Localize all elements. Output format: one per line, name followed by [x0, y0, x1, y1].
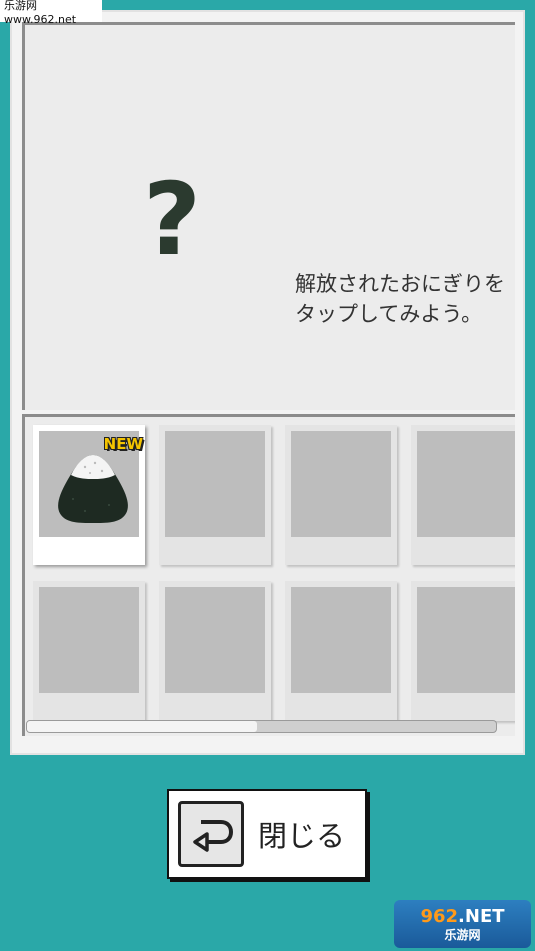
watermark-logo: 962.NET 乐游网 — [394, 900, 531, 948]
item-grid[interactable]: NEW — [22, 414, 515, 736]
item-viewer: ? 解放されたおにぎりをタップしてみよう。 — [22, 22, 515, 410]
tile-locked[interactable] — [285, 425, 397, 565]
watermark-logo-text: 乐游网 — [444, 927, 481, 942]
tile-image-slot — [291, 431, 391, 537]
watermark-top: 乐游网 www.962.net — [0, 0, 102, 26]
tile-locked[interactable] — [411, 425, 515, 565]
tile-image-slot — [291, 587, 391, 693]
tile-locked[interactable] — [33, 581, 145, 721]
scrollbar-thumb[interactable] — [27, 721, 257, 732]
tile-locked[interactable] — [411, 581, 515, 721]
tile-locked[interactable] — [159, 581, 271, 721]
tile-container: NEW — [25, 417, 515, 736]
close-button-label: 閉じる — [258, 819, 346, 853]
close-button[interactable]: 閉じる — [167, 789, 367, 879]
tile-image-slot — [165, 431, 265, 537]
horizontal-scrollbar[interactable] — [26, 720, 497, 733]
tile-image-slot — [39, 587, 139, 693]
watermark-logo-number: 962 — [420, 905, 459, 927]
hint-text: 解放されたおにぎりをタップしてみよう。 — [295, 272, 505, 326]
new-badge: NEW — [103, 435, 143, 453]
unknown-item-placeholder: ? — [143, 161, 202, 278]
tile-image-slot — [417, 587, 515, 693]
tile-onigiri[interactable]: NEW — [33, 425, 145, 565]
collection-panel: ? 解放されたおにぎりをタップしてみよう。 NEW — [10, 10, 525, 755]
tile-image-slot — [165, 587, 265, 693]
return-arrow-icon — [178, 801, 244, 867]
tile-locked[interactable] — [159, 425, 271, 565]
onigiri-icon — [58, 455, 128, 523]
tile-image-slot — [417, 431, 515, 537]
tile-locked[interactable] — [285, 581, 397, 721]
watermark-logo-suffix: .NET — [458, 905, 505, 927]
